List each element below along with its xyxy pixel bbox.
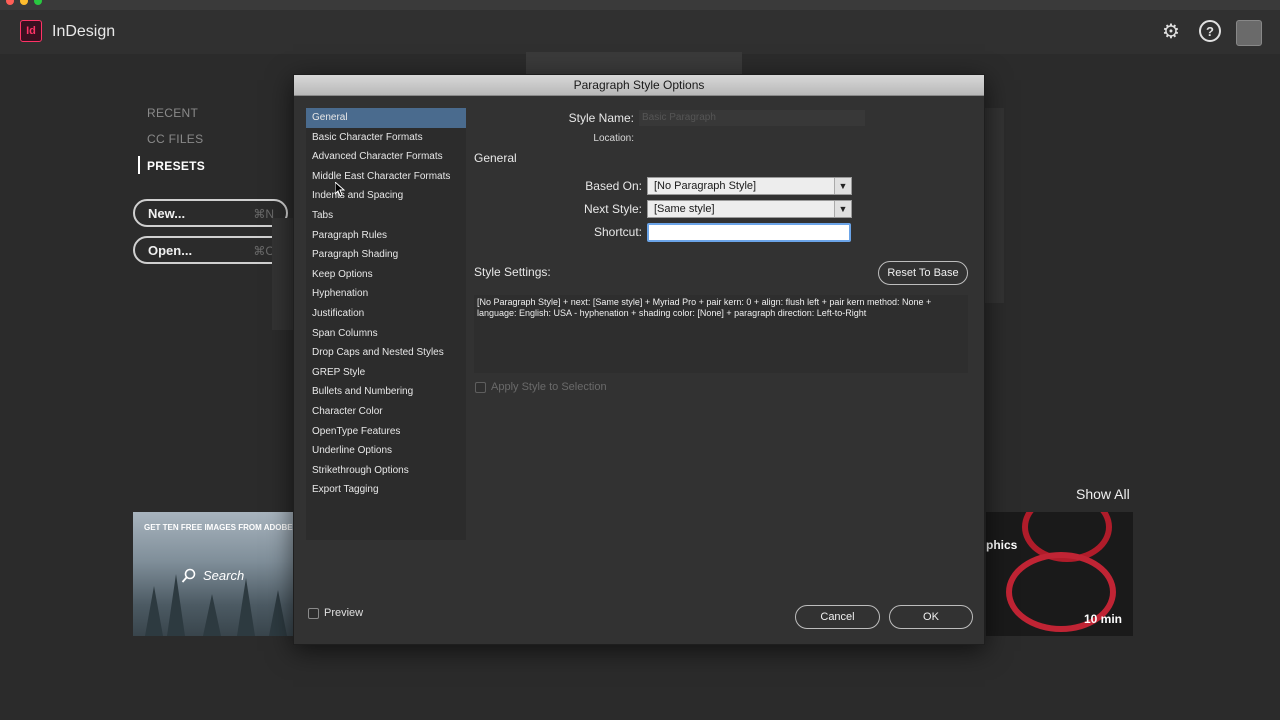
mac-menubar	[0, 0, 1280, 10]
nav-recent[interactable]: RECENT	[147, 106, 198, 120]
based-on-select[interactable]: [No Paragraph Style] ▼	[647, 177, 852, 195]
category-item[interactable]: Bullets and Numbering	[306, 382, 466, 402]
nav-cc-files[interactable]: CC FILES	[147, 132, 203, 146]
minimize-window-icon[interactable]	[20, 0, 28, 5]
app-title: InDesign	[52, 23, 116, 40]
gear-icon[interactable]: ⚙	[1160, 20, 1182, 43]
dialog-title: Paragraph Style Options	[294, 75, 984, 96]
shortcut-label: Shortcut:	[593, 225, 642, 239]
close-window-icon[interactable]	[6, 0, 14, 5]
next-style-select[interactable]: [Same style] ▼	[647, 200, 852, 218]
cancel-button[interactable]: Cancel	[795, 605, 880, 629]
category-item[interactable]: Advanced Character Formats	[306, 147, 466, 167]
new-button[interactable]: New... ⌘N	[133, 199, 288, 227]
category-item[interactable]: Export Tagging	[306, 480, 466, 500]
help-icon[interactable]: ?	[1199, 20, 1221, 42]
category-item[interactable]: Character Color	[306, 402, 466, 422]
section-title: General	[474, 151, 517, 165]
mouse-cursor	[334, 180, 346, 202]
apply-style-checkbox[interactable]	[475, 382, 486, 393]
ok-button[interactable]: OK	[889, 605, 973, 629]
stock-tile-search: Search	[203, 568, 245, 583]
category-item[interactable]: Justification	[306, 304, 466, 324]
tools-panel-edge	[272, 218, 294, 330]
style-settings-label: Style Settings:	[474, 265, 551, 279]
app-header: Id InDesign ⚙ ?	[0, 10, 1280, 54]
category-item[interactable]: Indents and Spacing	[306, 186, 466, 206]
based-on-label: Based On:	[585, 179, 642, 193]
zoom-window-icon[interactable]	[34, 0, 42, 5]
search-icon	[181, 568, 197, 589]
avatar[interactable]	[1236, 20, 1262, 46]
category-item[interactable]: Tabs	[306, 206, 466, 226]
location-label: Location:	[593, 133, 634, 144]
category-item[interactable]: Keep Options	[306, 265, 466, 285]
style-settings-text: [No Paragraph Style] + next: [Same style…	[474, 295, 968, 373]
open-button-label: Open...	[148, 243, 193, 258]
preview-label: Preview	[324, 607, 364, 619]
style-name-label: Style Name:	[568, 111, 634, 125]
category-list: General Basic Character Formats Advanced…	[306, 108, 466, 540]
category-item[interactable]: OpenType Features	[306, 422, 466, 442]
category-item[interactable]: Middle East Character Formats	[306, 167, 466, 187]
tutorial-tile-duration: 10 min	[1083, 612, 1122, 626]
chevron-down-icon[interactable]: ▼	[834, 201, 851, 217]
stock-tile[interactable]: GET TEN FREE IMAGES FROM ADOBE ST Search	[133, 512, 295, 636]
category-item[interactable]: Paragraph Rules	[306, 226, 466, 246]
tutorial-tile-title: phics	[986, 538, 1018, 552]
new-button-label: New...	[148, 206, 186, 221]
next-style-value: [Same style]	[654, 203, 715, 215]
category-item[interactable]: Paragraph Shading	[306, 245, 466, 265]
next-style-label: Next Style:	[583, 202, 642, 216]
paragraph-style-options-dialog: Paragraph Style Options General Basic Ch…	[293, 74, 985, 645]
category-item[interactable]: Span Columns	[306, 324, 466, 344]
preview-checkbox[interactable]	[308, 608, 319, 619]
shortcut-input[interactable]	[647, 223, 851, 242]
show-all-link[interactable]: Show All	[1076, 486, 1130, 502]
category-item[interactable]: Drop Caps and Nested Styles	[306, 343, 466, 363]
open-shortcut: ⌘C	[253, 244, 274, 258]
category-item[interactable]: General	[306, 108, 466, 128]
category-item[interactable]: Hyphenation	[306, 284, 466, 304]
stock-tile-caption: GET TEN FREE IMAGES FROM ADOBE ST	[144, 523, 295, 532]
apply-style-label: Apply Style to Selection	[491, 381, 607, 393]
category-item[interactable]: GREP Style	[306, 363, 466, 383]
open-button[interactable]: Open... ⌘C	[133, 236, 288, 264]
category-item[interactable]: Underline Options	[306, 441, 466, 461]
chevron-down-icon[interactable]: ▼	[834, 178, 851, 194]
new-shortcut: ⌘N	[253, 207, 274, 221]
category-item[interactable]: Strikethrough Options	[306, 461, 466, 481]
tutorial-tile[interactable]: phics 10 min	[986, 512, 1133, 636]
based-on-value: [No Paragraph Style]	[654, 180, 757, 192]
nav-active-indicator	[138, 156, 140, 174]
reset-to-base-button[interactable]: Reset To Base	[878, 261, 968, 285]
indesign-logo: Id	[20, 20, 42, 42]
nav-presets[interactable]: PRESETS	[147, 159, 205, 173]
style-name-field[interactable]: Basic Paragraph	[639, 110, 865, 126]
category-item[interactable]: Basic Character Formats	[306, 128, 466, 148]
